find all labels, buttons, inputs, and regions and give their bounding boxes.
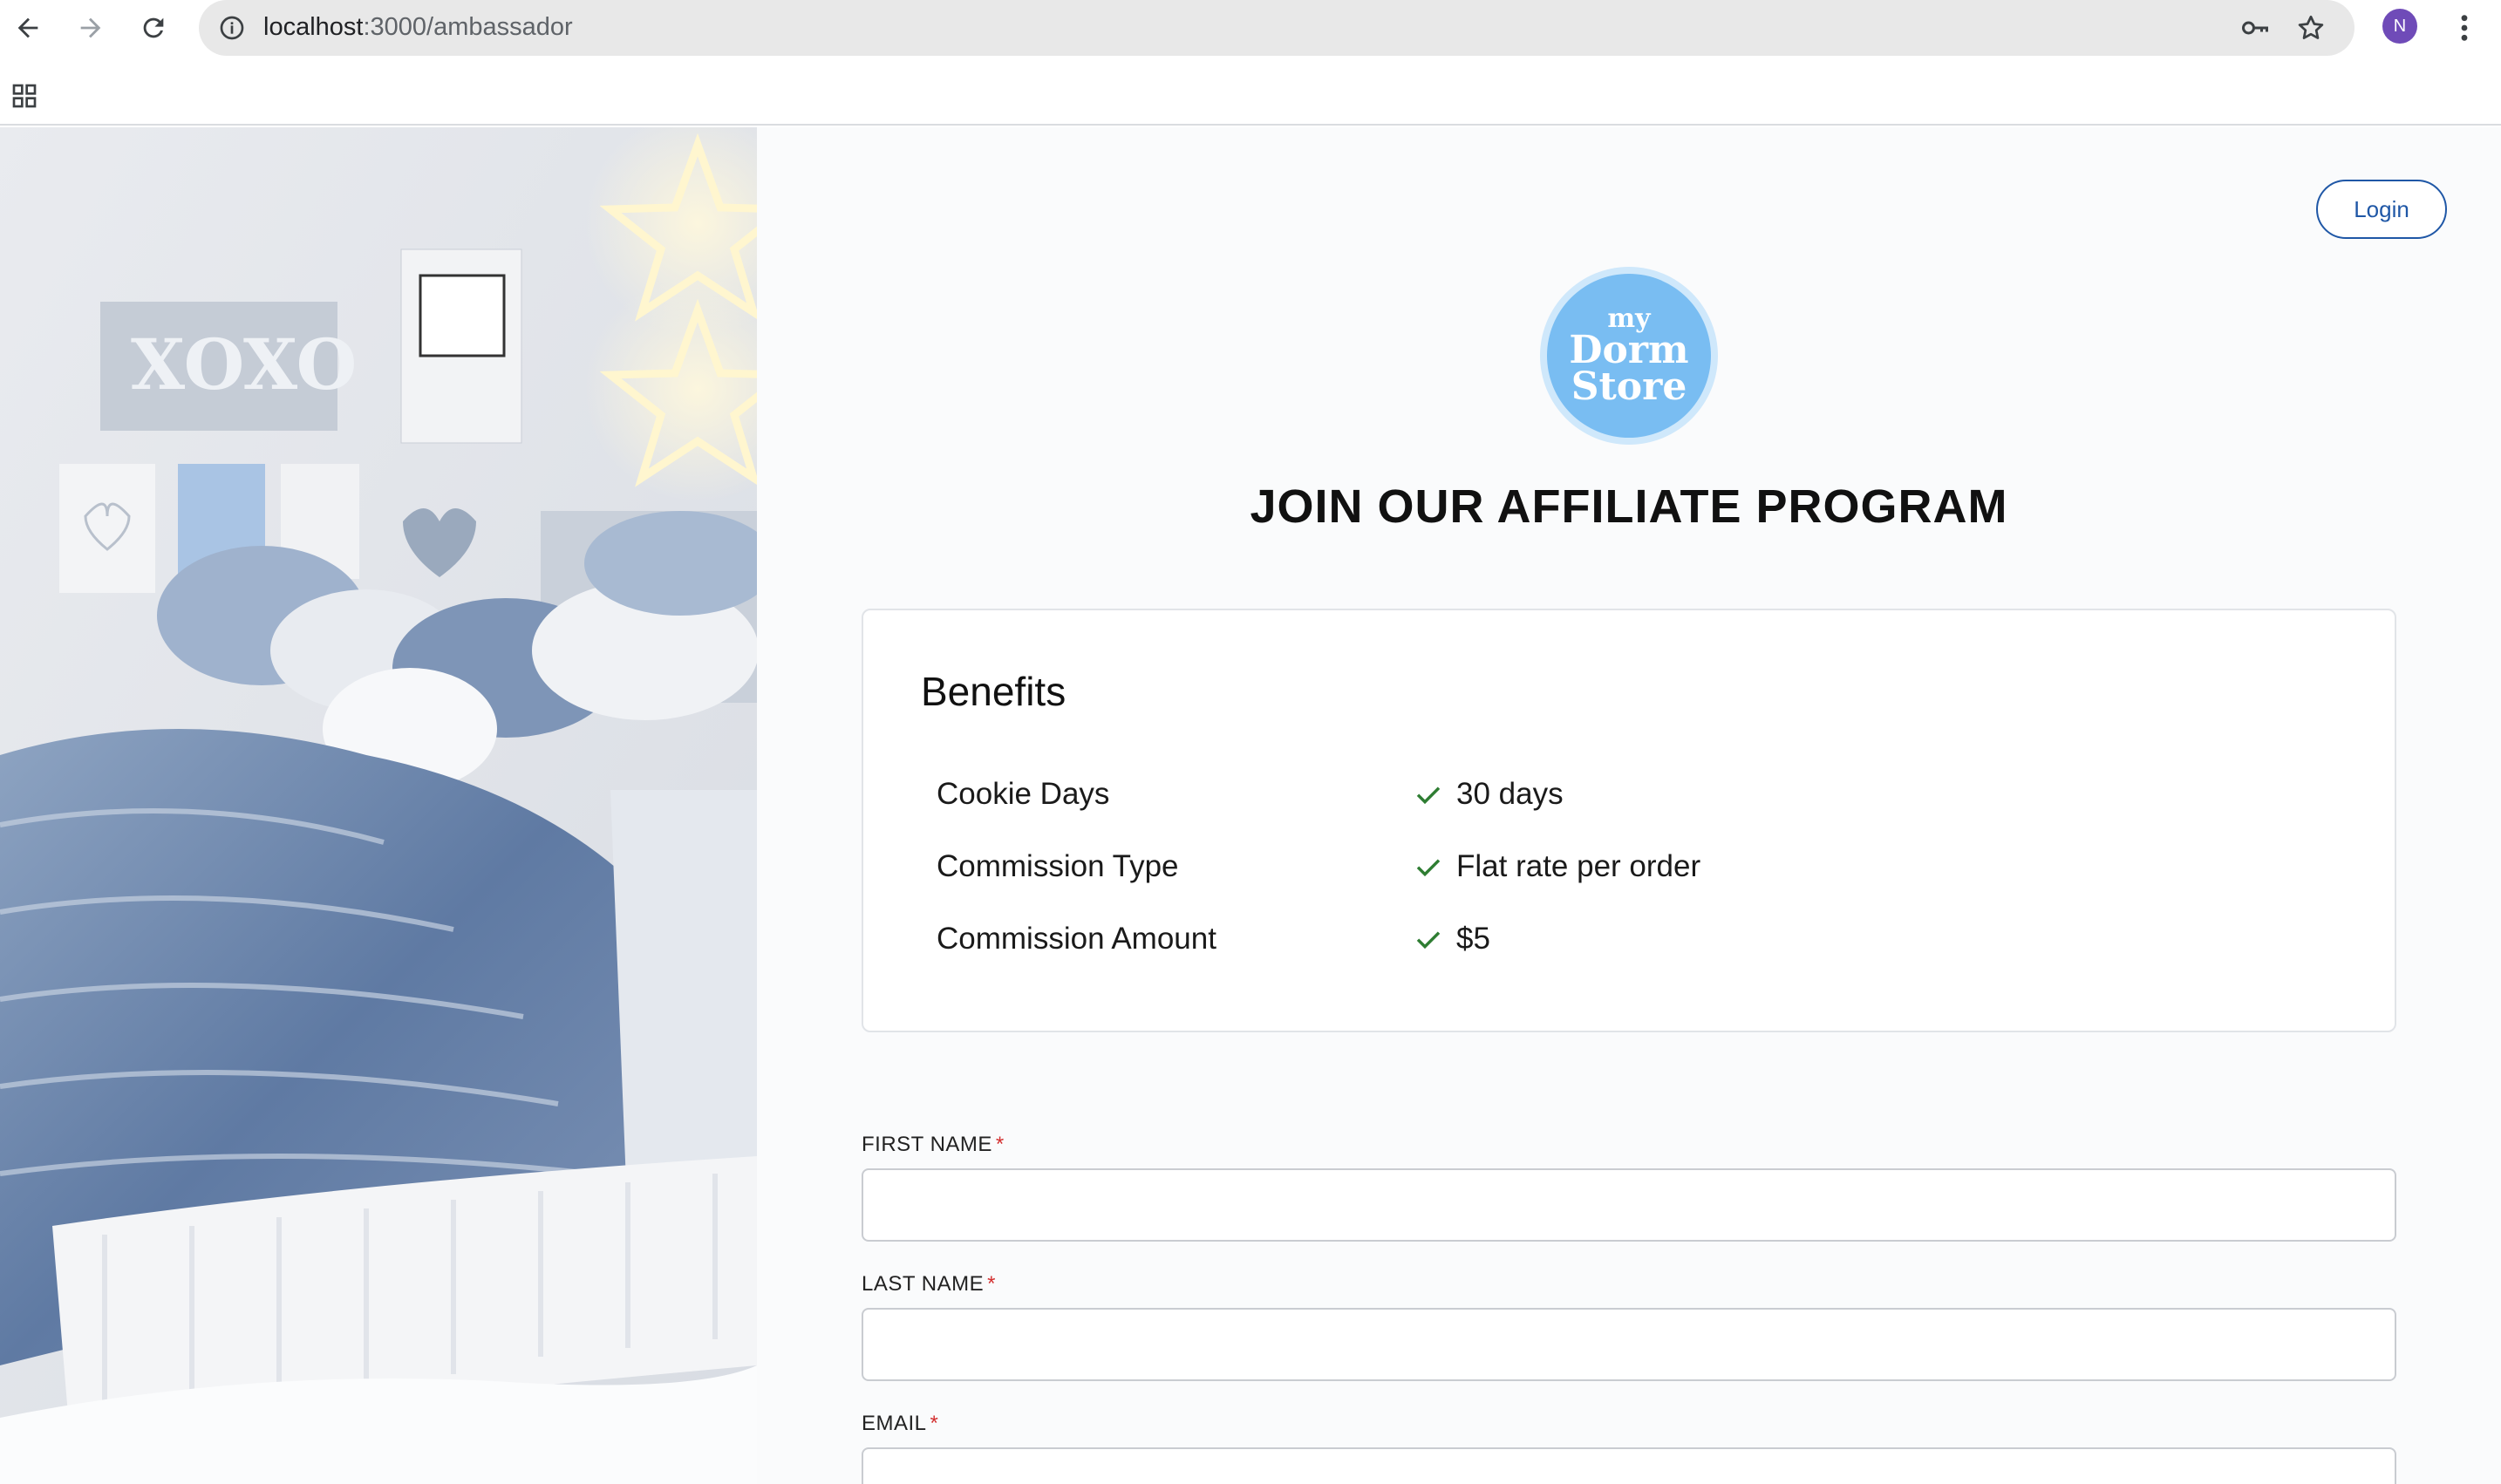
email-label: EMAIL *	[862, 1411, 938, 1437]
benefits-heading: Benefits	[921, 669, 1067, 714]
checkmark-icon	[1416, 931, 1441, 950]
arrow-left-icon	[17, 17, 38, 38]
checkmark-icon	[1416, 859, 1441, 877]
logo-text-store: Store	[1571, 364, 1687, 409]
url-path: :3000/ambassador	[363, 13, 573, 41]
benefit-value: 30 days	[1456, 777, 1564, 811]
benefits-card: Benefits Cookie Days 30 days Commission …	[862, 609, 2396, 1032]
benefit-value: $5	[1456, 922, 1490, 956]
required-asterisk: *	[930, 1412, 939, 1435]
apps-grid-icon	[12, 84, 37, 108]
reload-button[interactable]	[134, 9, 173, 47]
password-key-icon[interactable]	[2238, 10, 2273, 45]
apps-button[interactable]	[9, 80, 40, 112]
reload-icon	[143, 17, 164, 38]
site-info-icon[interactable]	[215, 10, 249, 45]
required-asterisk: *	[995, 1133, 1005, 1156]
kebab-menu-icon	[2461, 15, 2468, 41]
arrow-right-icon	[80, 17, 101, 38]
last-name-label-text: LAST NAME	[862, 1272, 985, 1296]
logo-badge: my Dorm Store	[1547, 274, 1711, 438]
my-dorm-store-logo: my Dorm Store	[1540, 267, 1718, 445]
email-label-text: EMAIL	[862, 1412, 927, 1435]
profile-avatar[interactable]: N	[2382, 9, 2417, 44]
benefit-value: Flat rate per order	[1456, 849, 1701, 883]
benefit-row: Cookie Days 30 days	[937, 773, 2332, 816]
login-button[interactable]: Login	[2316, 180, 2447, 239]
browser-menu-button[interactable]	[2447, 9, 2482, 47]
affiliate-signup-panel: Login my Dorm Store JOIN OUR AFFILIATE P…	[757, 127, 2501, 1484]
url-host: localhost	[263, 13, 364, 41]
first-name-input[interactable]	[862, 1168, 2396, 1242]
forward-button[interactable]	[72, 9, 110, 47]
last-name-label: LAST NAME *	[862, 1271, 996, 1297]
page-title: JOIN OUR AFFILIATE PROGRAM	[1250, 480, 2008, 533]
dorm-room-photo: XOXO	[0, 127, 757, 1484]
benefit-label: Commission Amount	[937, 922, 1216, 956]
required-asterisk: *	[987, 1272, 996, 1296]
first-name-label-text: FIRST NAME	[862, 1133, 992, 1156]
logo-text-dorm: Dorm	[1569, 328, 1689, 372]
dorm-room-illustration: XOXO	[0, 127, 757, 1484]
back-button[interactable]	[9, 9, 47, 47]
benefit-row: Commission Type Flat rate per order	[937, 845, 2332, 888]
checkmark-icon	[1416, 786, 1441, 805]
email-input[interactable]	[862, 1447, 2396, 1484]
last-name-input[interactable]	[862, 1308, 2396, 1381]
url-text[interactable]: localhost:3000/ambassador	[263, 11, 573, 43]
address-bar[interactable]: localhost:3000/ambassador	[199, 0, 2354, 56]
first-name-label: FIRST NAME *	[862, 1132, 1005, 1158]
page: XOXO Login my Dorm Store JOIN OUR AFFILI…	[0, 127, 2501, 1484]
benefit-label: Cookie Days	[937, 777, 1110, 811]
bookmark-star-icon[interactable]	[2293, 10, 2328, 45]
benefit-label: Commission Type	[937, 849, 1179, 883]
browser-toolbar: localhost:3000/ambassador N	[0, 0, 2501, 126]
benefit-row: Commission Amount $5	[937, 917, 2332, 961]
svg-text:XOXO: XOXO	[131, 323, 357, 405]
